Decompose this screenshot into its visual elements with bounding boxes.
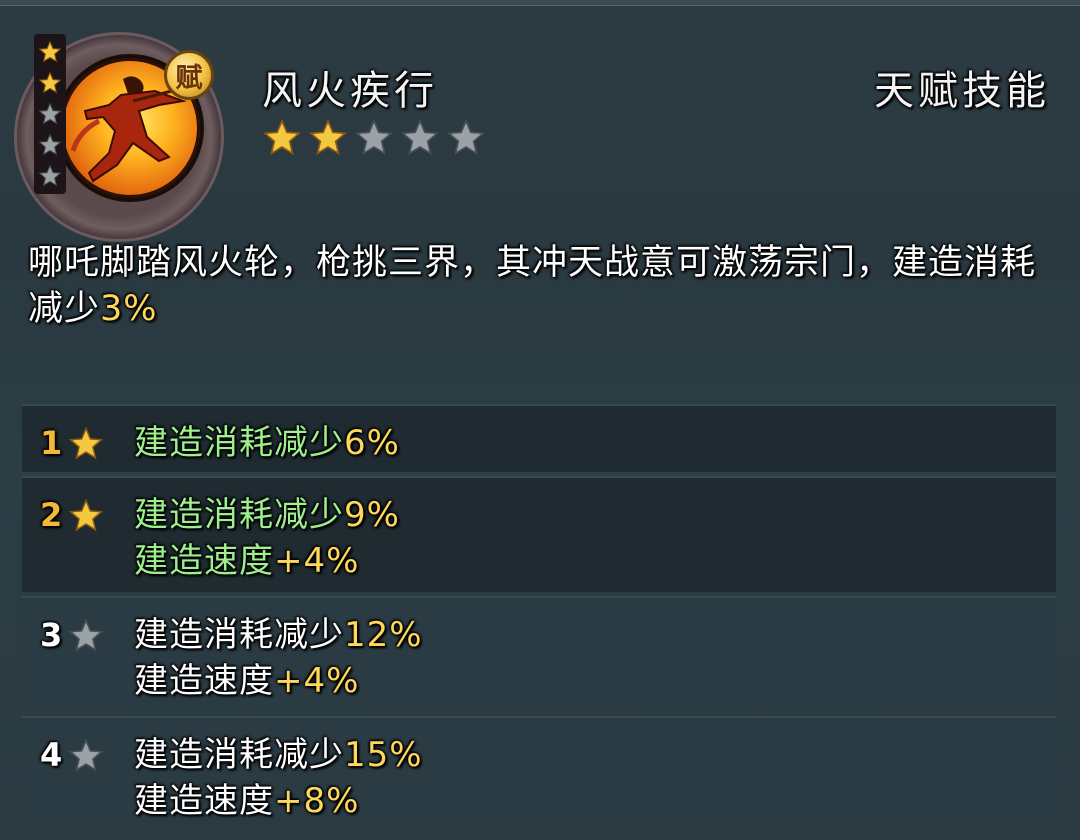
level-row-4[interactable]: 4 建造消耗减少15% 建造速度+8% <box>22 716 1056 818</box>
level-number: 3 <box>40 616 63 654</box>
talent-badge: 赋 <box>164 50 214 100</box>
effect-line: 建造消耗减少9% <box>134 492 400 538</box>
effect-line: 建造消耗减少15% <box>134 732 423 778</box>
level-effects: 建造消耗减少9% 建造速度+4% <box>134 492 400 584</box>
effect-value: +4% <box>274 541 360 581</box>
effect-label: 建造速度 <box>134 541 274 581</box>
effect-line: 建造速度+4% <box>134 658 423 704</box>
level-row-2[interactable]: 2 建造消耗减少9% 建造速度+4% <box>22 476 1056 592</box>
effect-label: 建造速度 <box>134 661 274 701</box>
skill-rating <box>262 118 486 158</box>
skill-icon: 赋 <box>8 22 233 242</box>
effect-value: 15% <box>344 735 423 775</box>
level-row-1[interactable]: 1 建造消耗减少6% <box>22 404 1056 472</box>
level-list[interactable]: 1 建造消耗减少6% 2 建造消耗减少9% 建造速度+4% 3 建造消耗减少12% 建造速度+… <box>22 404 1056 818</box>
level-star-filled-icon <box>68 498 104 532</box>
rating-star-empty-icon <box>400 118 440 156</box>
effect-value: +4% <box>274 661 360 701</box>
panel-top-edge <box>0 0 1080 6</box>
icon-star-filled-icon <box>38 71 62 94</box>
icon-star-filled-icon <box>38 40 62 62</box>
rating-star-filled-icon <box>262 118 302 156</box>
description-value: 3% <box>100 289 158 329</box>
description-text: 哪吒脚踏风火轮，枪挑三界，其冲天战意可激荡宗门，建造消耗减少 <box>28 243 1037 329</box>
effect-value: 6% <box>344 423 400 463</box>
effect-label: 建造消耗减少 <box>134 423 344 463</box>
icon-star-empty-icon <box>38 102 62 125</box>
icon-star-column <box>34 34 66 194</box>
rating-star-filled-icon <box>308 118 348 156</box>
level-star-empty-icon <box>68 618 104 652</box>
level-number: 1 <box>40 424 63 462</box>
effect-line: 建造消耗减少12% <box>134 612 423 658</box>
level-star-filled-icon <box>68 426 104 460</box>
effect-label: 建造消耗减少 <box>134 735 344 775</box>
effect-line: 建造速度+8% <box>134 778 423 818</box>
level-effects: 建造消耗减少15% 建造速度+8% <box>134 732 423 818</box>
effect-label: 建造消耗减少 <box>134 615 344 655</box>
level-effects: 建造消耗减少12% 建造速度+4% <box>134 612 423 704</box>
level-number: 4 <box>40 736 63 774</box>
skill-type-label: 天赋技能 <box>874 68 1050 114</box>
level-number: 2 <box>40 496 63 534</box>
effect-value: +8% <box>274 781 360 818</box>
skill-description: 哪吒脚踏风火轮，枪挑三界，其冲天战意可激荡宗门，建造消耗减少3% <box>28 240 1058 332</box>
icon-star-empty-icon <box>38 133 62 156</box>
rating-star-empty-icon <box>446 118 486 156</box>
icon-star-empty-icon <box>38 164 62 187</box>
effect-label: 建造消耗减少 <box>134 495 344 535</box>
level-row-3[interactable]: 3 建造消耗减少12% 建造速度+4% <box>22 596 1056 712</box>
effect-label: 建造速度 <box>134 781 274 818</box>
effect-value: 9% <box>344 495 400 535</box>
effect-value: 12% <box>344 615 423 655</box>
effect-line: 建造速度+4% <box>134 538 400 584</box>
skill-name: 风火疾行 <box>262 68 438 114</box>
level-effects: 建造消耗减少6% <box>134 420 400 466</box>
rating-star-empty-icon <box>354 118 394 156</box>
effect-line: 建造消耗减少6% <box>134 420 400 466</box>
level-star-empty-icon <box>68 738 104 772</box>
